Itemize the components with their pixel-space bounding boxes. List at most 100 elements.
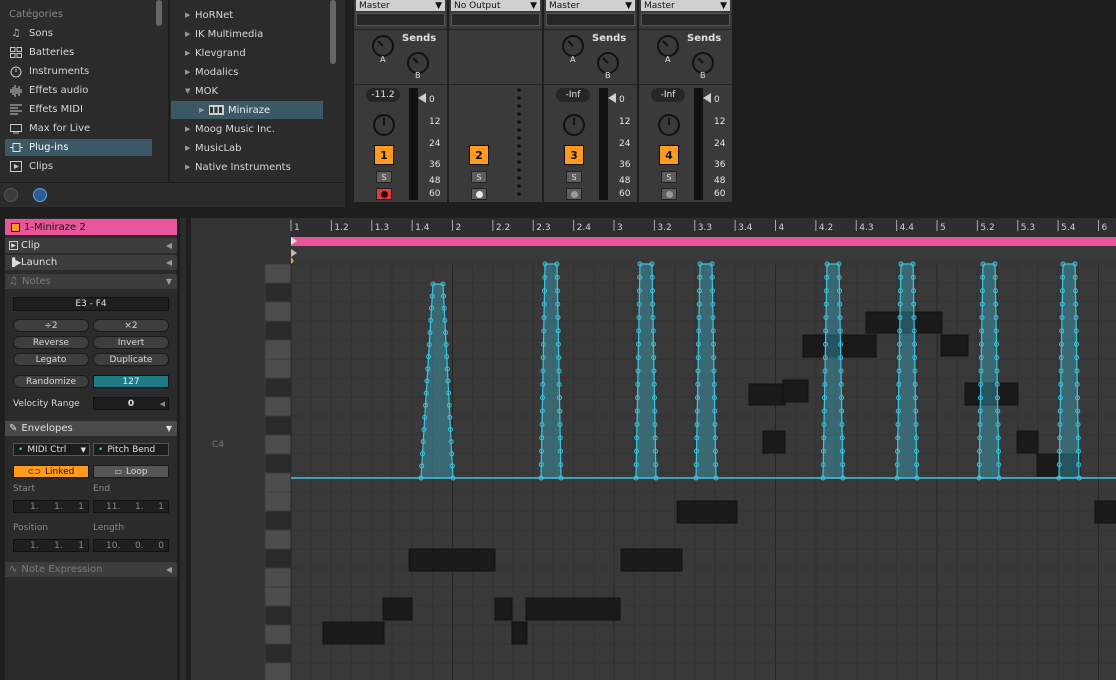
- output-routing-select[interactable]: No Output ▼: [451, 0, 540, 11]
- envelope-start-field[interactable]: 1. 1. 1: [13, 500, 89, 513]
- solo-button[interactable]: S: [471, 171, 487, 183]
- loop-button[interactable]: ▭ Loop: [93, 465, 169, 478]
- track-activator-3[interactable]: 3: [564, 145, 584, 165]
- clip-section-header[interactable]: ▶ Clip ◀: [5, 238, 177, 253]
- panel-splitter[interactable]: [180, 218, 186, 680]
- expand-arrow-icon[interactable]: ▼: [166, 277, 172, 286]
- clip-title-bar[interactable]: 1-Miniraze 2: [5, 219, 177, 235]
- expand-triangle-icon[interactable]: ▶: [199, 106, 209, 114]
- folder-modalics[interactable]: ▶ Modalics: [171, 63, 323, 81]
- categories-list: Catégories ♫ Sons Batteries Instruments …: [0, 0, 165, 182]
- category-instruments[interactable]: Instruments: [5, 63, 152, 80]
- category-audio-effects[interactable]: Effets audio: [5, 82, 152, 99]
- duplicate-button[interactable]: Duplicate: [93, 353, 169, 366]
- launch-section-header[interactable]: ▐▶ Launch ◀: [5, 255, 177, 270]
- track-activator-2[interactable]: 2: [469, 145, 489, 165]
- envelope-position-field[interactable]: 1. 1. 1: [13, 539, 89, 552]
- solo-button[interactable]: S: [661, 171, 677, 183]
- output-channel-select[interactable]: [546, 13, 635, 26]
- note-expression-icon: ∿: [9, 564, 18, 575]
- midi-note-editor[interactable]: 1 1.2 1.3 1.4 2 2.2 2.3 2.4 3 3.2 3.3 3.4 4 4.2 4.3 4.4…: [191, 218, 1116, 680]
- hot-swap-icon[interactable]: [33, 188, 47, 202]
- envelope-control-select[interactable]: • Pitch Bend: [93, 443, 169, 456]
- folder-ik-multimedia[interactable]: ▶ IK Multimedia: [171, 25, 323, 43]
- linked-button[interactable]: ⊂⊃ Linked: [13, 465, 89, 478]
- double-button[interactable]: ×2: [93, 319, 169, 332]
- expand-triangle-icon[interactable]: ▶: [185, 30, 195, 38]
- record-arm-button[interactable]: [566, 188, 582, 200]
- category-sounds[interactable]: ♫ Sons: [5, 25, 152, 42]
- volume-fader-handle[interactable]: [608, 93, 616, 103]
- output-routing-select[interactable]: Master ▼: [641, 0, 730, 11]
- send-a-knob[interactable]: [562, 35, 584, 57]
- category-plugins[interactable]: Plug-ins: [5, 139, 152, 156]
- folder-native-instruments[interactable]: ▶ Native Instruments: [171, 158, 323, 176]
- randomize-amount-field[interactable]: 127: [93, 375, 169, 388]
- envelopes-section-header[interactable]: ✎ Envelopes ▼: [5, 421, 177, 436]
- track-activator-1[interactable]: 1: [374, 145, 394, 165]
- record-arm-button[interactable]: [376, 188, 392, 200]
- folders-scrollbar[interactable]: [330, 0, 336, 64]
- volume-value-field[interactable]: -Inf: [651, 88, 685, 102]
- folder-klevgrand[interactable]: ▶ Klevgrand: [171, 44, 323, 62]
- collapse-triangle-icon[interactable]: ▼: [185, 87, 195, 95]
- volume-value-field[interactable]: -11.2: [366, 88, 400, 102]
- volume-fader-handle[interactable]: [418, 93, 426, 103]
- envelope-end-field[interactable]: 11. 1. 1: [93, 500, 169, 513]
- piano-key: [264, 434, 292, 455]
- categories-scrollbar[interactable]: [156, 0, 162, 26]
- notes-section-header[interactable]: ♫ Notes ▼: [5, 274, 177, 289]
- groove-pool-icon[interactable]: [4, 188, 18, 202]
- output-routing-select[interactable]: Master ▼: [546, 0, 635, 11]
- category-clips[interactable]: Clips: [5, 158, 152, 175]
- expand-triangle-icon[interactable]: ▶: [185, 125, 195, 133]
- category-drums[interactable]: Batteries: [5, 44, 152, 61]
- volume-fader-handle[interactable]: [703, 93, 711, 103]
- pitch-bend-envelope[interactable]: [291, 261, 1116, 481]
- piano-roll-canvas[interactable]: 1 1.2 1.3 1.4 2 2.2 2.3 2.4 3 3.2 3.3 3.4 4 4.2 4.3 4.4…: [191, 218, 1116, 680]
- output-routing-select[interactable]: Master ▼: [356, 0, 445, 11]
- record-arm-button[interactable]: [471, 188, 487, 200]
- collapse-arrow-icon[interactable]: ◀: [166, 241, 172, 250]
- pan-knob[interactable]: [658, 114, 680, 136]
- plugin-miniraze[interactable]: ▶ Miniraze: [171, 101, 323, 119]
- solo-button[interactable]: S: [376, 171, 392, 183]
- folder-hornet[interactable]: ▶ HoRNet: [171, 6, 323, 24]
- expand-arrow-icon[interactable]: ▼: [166, 424, 172, 433]
- legato-button[interactable]: Legato: [13, 353, 89, 366]
- output-channel-select[interactable]: [641, 13, 730, 26]
- loop-brace[interactable]: [291, 237, 1116, 246]
- expand-triangle-icon[interactable]: ▶: [185, 49, 195, 57]
- send-a-knob[interactable]: [657, 35, 679, 57]
- note-expression-section-header[interactable]: ∿ Note Expression ◀: [5, 562, 177, 577]
- expand-triangle-icon[interactable]: ▶: [185, 163, 195, 171]
- expand-triangle-icon[interactable]: ▶: [185, 11, 195, 19]
- reverse-button[interactable]: Reverse: [13, 336, 89, 349]
- track-activator-4[interactable]: 4: [659, 145, 679, 165]
- output-channel-select[interactable]: [356, 13, 445, 26]
- pan-knob[interactable]: [563, 114, 585, 136]
- folder-moog-music[interactable]: ▶ Moog Music Inc.: [171, 120, 323, 138]
- randomize-button[interactable]: Randomize: [13, 375, 89, 388]
- output-channel-select[interactable]: [451, 13, 540, 26]
- category-midi-effects[interactable]: Effets MIDI: [5, 101, 152, 118]
- folder-musiclab[interactable]: ▶ MusicLab: [171, 139, 323, 157]
- browser-divider[interactable]: [168, 0, 170, 182]
- folder-mok[interactable]: ▼ MOK: [171, 82, 323, 100]
- record-arm-button[interactable]: [661, 188, 677, 200]
- velocity-range-field[interactable]: 0 ◀: [93, 397, 169, 410]
- volume-value-field[interactable]: -Inf: [556, 88, 590, 102]
- expand-triangle-icon[interactable]: ▶: [185, 144, 195, 152]
- pan-knob[interactable]: [373, 114, 395, 136]
- halve-button[interactable]: ÷2: [13, 319, 89, 332]
- send-a-knob[interactable]: [372, 35, 394, 57]
- solo-button[interactable]: S: [566, 171, 582, 183]
- envelope-length-field[interactable]: 10. 0. 0: [93, 539, 169, 552]
- note-range-field[interactable]: E3 - F4: [13, 297, 169, 311]
- collapse-arrow-icon[interactable]: ◀: [166, 565, 172, 574]
- expand-triangle-icon[interactable]: ▶: [185, 68, 195, 76]
- collapse-arrow-icon[interactable]: ◀: [166, 258, 172, 267]
- envelope-device-select[interactable]: • MIDI Ctrl ▼: [13, 443, 90, 456]
- category-max-for-live[interactable]: Max for Live: [5, 120, 152, 137]
- invert-button[interactable]: Invert: [93, 336, 169, 349]
